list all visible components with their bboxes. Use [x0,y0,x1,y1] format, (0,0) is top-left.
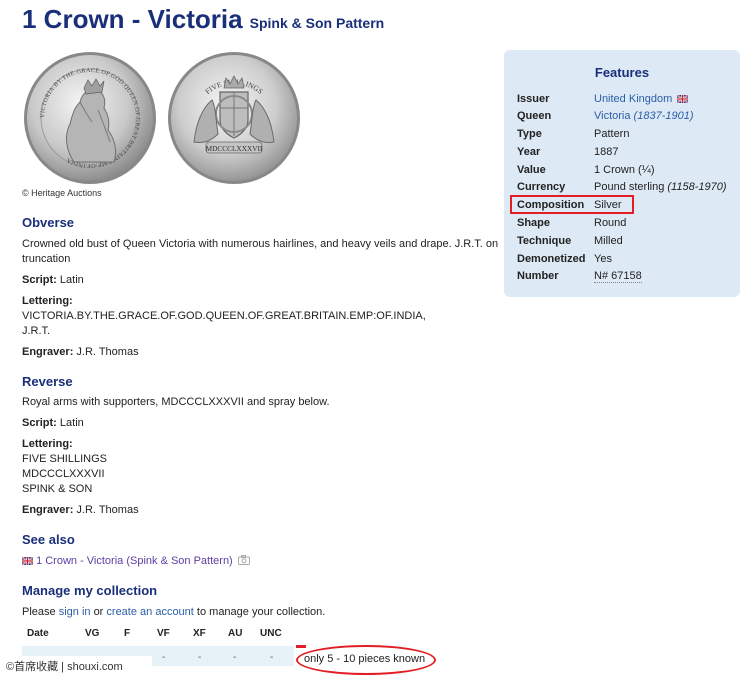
photo-credit: © Heritage Auctions [22,188,102,198]
feature-row-number: Number N# 67158 [517,270,732,287]
feature-key: Year [517,146,541,158]
see-also-item: 1 Crown - Victoria (Spink & Son Pattern) [22,554,250,569]
col-date: Date [27,628,49,639]
title-main: 1 Crown - Victoria [22,4,243,34]
uk-flag-icon [22,557,33,565]
feature-key: Value [517,164,546,176]
feature-key: Currency [517,181,566,193]
obverse-lettering: Lettering: VICTORIA.BY.THE.GRACE.OF.GOD.… [22,295,426,337]
uk-flag-icon [677,95,689,103]
features-panel: Features Issuer United Kingdom Queen Vic… [504,50,740,297]
watermark: ©首席收藏 | shouxi.com [0,656,152,678]
feature-value: Yes [594,253,612,265]
feature-value: 1887 [594,146,619,158]
obverse-description: Crowned old bust of Queen Victoria with … [22,238,499,265]
reverse-date: MDCCCLXXXVII [206,144,263,153]
currency-period: (1158-1970) [667,181,727,193]
collection-heading: Manage my collection [22,583,158,598]
feature-value: 1 Crown (¼) [594,164,655,176]
coin-obverse-image[interactable]: VICTORIA.BY.THE.GRACE.OF.GOD.QUEEN.OF.GR… [22,50,158,186]
obverse-script: Script: Latin [22,274,84,286]
feature-value: Round [594,217,627,229]
feature-row-queen: Queen Victoria (1837-1901) [517,110,732,127]
grade-cell: - [198,652,202,663]
composition-highlight-box [510,195,634,214]
col-xf: XF [193,628,206,639]
col-unc: UNC [260,628,282,639]
feature-key: Issuer [517,93,550,105]
feature-value: Pound sterling [594,181,665,193]
collection-signin-text: Please sign in or create an account to m… [22,606,326,618]
feature-row-type: Type Pattern [517,128,732,145]
col-vf: VF [157,628,170,639]
see-also-heading: See also [22,532,75,547]
queen-link[interactable]: Victoria [594,110,630,122]
obverse-heading: Obverse [22,215,75,230]
grade-cell: - [233,652,237,663]
obverse-engraver: Engraver: J.R. Thomas [22,346,139,358]
see-also-link[interactable]: 1 Crown - Victoria (Spink & Son Pattern) [36,555,233,567]
reverse-description: Royal arms with supporters, MDCCCLXXXVII… [22,396,330,408]
col-au: AU [228,628,243,639]
reverse-engraver: Engraver: J.R. Thomas [22,504,139,516]
title-subtitle: Spink & Son Pattern [249,15,385,31]
feature-key: Technique [517,235,572,247]
reverse-lettering: Lettering: FIVE SHILLINGS MDCCCLXXXVII S… [22,438,107,495]
feature-key: Type [517,128,542,140]
grade-cell: - [162,652,166,663]
feature-key: Number [517,270,559,282]
queen-reign-link[interactable]: (1837-1901) [634,110,694,122]
feature-row-demonetized: Demonetized Yes [517,253,732,270]
col-f: F [124,628,131,639]
col-vg: VG [85,628,100,639]
coin-reverse-image[interactable]: FIVE SHILLINGS MDCCCLXXXVII [166,50,302,186]
grade-cell: - [270,652,274,663]
issuer-link[interactable]: United Kingdom [594,93,672,105]
sign-in-link[interactable]: sign in [59,606,91,618]
feature-value: Milled [594,235,623,247]
feature-value: N# 67158 [594,270,642,283]
feature-key: Demonetized [517,253,586,265]
feature-row-value: Value 1 Crown (¼) [517,164,732,181]
feature-row-year: Year 1887 [517,146,732,163]
feature-row-technique: Technique Milled [517,235,732,252]
page-title: 1 Crown - Victoria Spink & Son Pattern [22,4,384,35]
create-account-link[interactable]: create an account [106,606,193,618]
reverse-script: Script: Latin [22,417,84,429]
camera-icon [237,555,250,565]
reverse-heading: Reverse [22,374,73,389]
feature-row-shape: Shape Round [517,217,732,234]
pieces-known-highlight-oval [296,645,436,675]
red-marker [296,645,306,648]
feature-key: Shape [517,217,551,229]
feature-row-issuer: Issuer United Kingdom [517,93,732,110]
features-title: Features [594,65,650,80]
feature-value: Pattern [594,128,630,140]
feature-key: Queen [517,110,552,122]
